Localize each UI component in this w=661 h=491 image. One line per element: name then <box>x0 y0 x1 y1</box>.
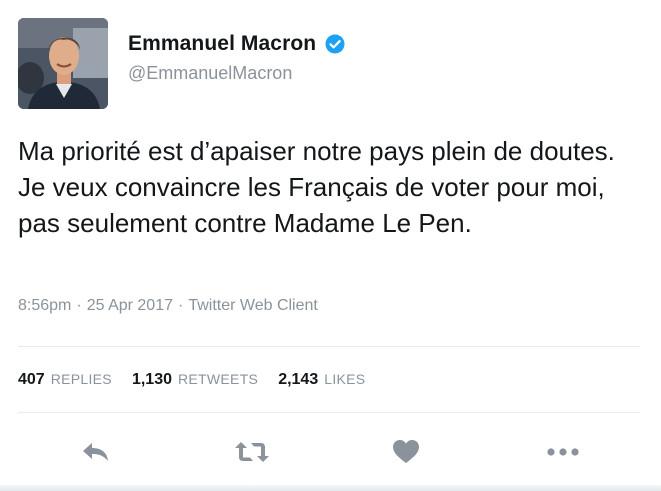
avatar[interactable] <box>18 18 108 109</box>
retweets-label: RETWEETS <box>178 371 259 387</box>
tweet-stats: 407 REPLIES 1,130 RETWEETS 2,143 LIKES <box>18 371 385 389</box>
divider <box>18 412 640 413</box>
tweet-card: Emmanuel Macron @EmmanuelMacron Ma prior… <box>0 0 661 491</box>
likes-label: LIKES <box>324 371 366 387</box>
likes-count: 2,143 <box>278 371 319 388</box>
retweets-stat[interactable]: 1,130 RETWEETS <box>132 371 258 389</box>
tweet-client[interactable]: Twitter Web Client <box>188 297 318 314</box>
retweet-button[interactable] <box>232 435 272 469</box>
heart-icon <box>393 440 419 463</box>
reply-button[interactable] <box>76 435 116 469</box>
more-button[interactable] <box>543 435 583 469</box>
replies-stat[interactable]: 407 REPLIES <box>18 371 112 389</box>
tweet-actions <box>0 435 661 469</box>
retweet-icon <box>235 442 269 462</box>
display-name[interactable]: Emmanuel Macron <box>128 32 316 56</box>
user-handle[interactable]: @EmmanuelMacron <box>128 63 292 84</box>
tweet-text: Ma priorité est d’apaiser notre pays ple… <box>18 136 615 238</box>
meta-separator: · <box>178 297 184 314</box>
likes-stat[interactable]: 2,143 LIKES <box>278 371 365 389</box>
card-bottom-edge <box>0 485 661 491</box>
replies-label: REPLIES <box>50 371 112 387</box>
tweet-metadata: 8:56pm · 25 Apr 2017 · Twitter Web Client <box>18 297 318 315</box>
tweet-header: Emmanuel Macron @EmmanuelMacron <box>18 18 638 110</box>
avatar-photo <box>18 18 108 109</box>
replies-count: 407 <box>18 371 45 388</box>
tweet-time[interactable]: 8:56pm <box>18 297 71 314</box>
meta-separator: · <box>76 297 82 314</box>
retweets-count: 1,130 <box>131 371 172 388</box>
tweet-date[interactable]: 25 Apr 2017 <box>87 297 173 314</box>
more-icon <box>547 448 579 456</box>
display-name-row: Emmanuel Macron <box>128 32 345 56</box>
like-button[interactable] <box>386 435 426 469</box>
divider <box>18 346 640 347</box>
reply-icon <box>83 443 108 461</box>
verified-badge-icon <box>325 34 345 54</box>
